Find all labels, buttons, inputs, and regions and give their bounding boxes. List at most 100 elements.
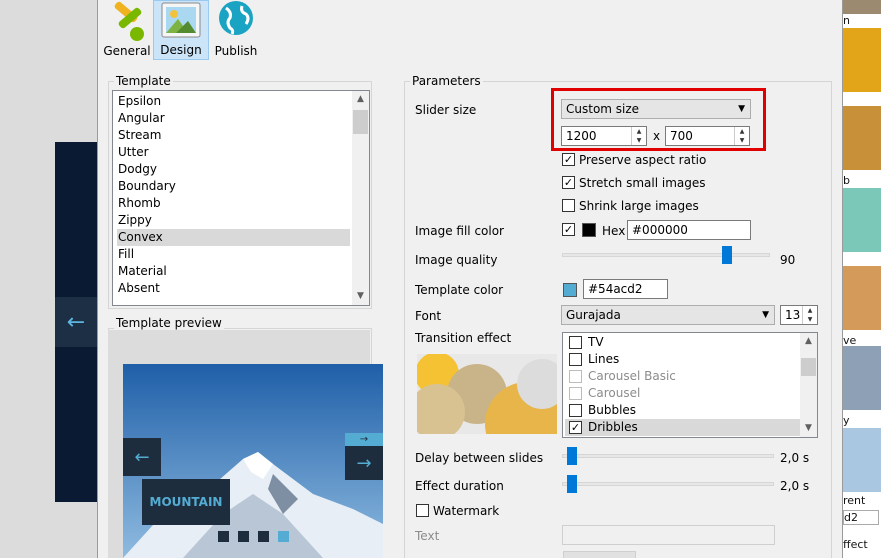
transition-effect-list[interactable]: TV Lines Carousel Basic Carousel Bubbles… [562, 332, 818, 438]
template-group-title: Template [114, 74, 173, 88]
shrink-large-label: Shrink large images [579, 199, 699, 213]
preview-next-arrow-icon: → [345, 446, 383, 480]
duration-slider-handle[interactable] [567, 475, 577, 493]
spin-down-icon[interactable]: ▼ [803, 315, 817, 324]
preview-dot [218, 531, 229, 542]
shrink-large-checkbox[interactable] [562, 199, 575, 212]
scroll-thumb[interactable] [801, 358, 816, 376]
preview-dot-active [278, 531, 289, 542]
transition-item-selected[interactable]: ✓ Dribbles [565, 419, 800, 436]
stretch-small-checkbox[interactable]: ✓ [562, 176, 575, 189]
template-list-item[interactable]: Zippy [117, 212, 350, 229]
scroll-down-icon[interactable]: ▼ [352, 288, 369, 305]
transition-preview-image [417, 354, 557, 434]
image-quality-label: Image quality [415, 253, 498, 267]
template-list-item[interactable]: Utter [117, 144, 350, 161]
template-list-item[interactable]: Fill [117, 246, 350, 263]
image-quality-value: 90 [780, 253, 796, 267]
hex-input[interactable]: #000000 [627, 220, 751, 240]
template-list-item[interactable]: Dodgy [117, 161, 350, 178]
transition-item[interactable]: Bubbles [565, 402, 800, 419]
watermark-checkbox[interactable] [416, 504, 429, 517]
publish-tab-button[interactable]: Publish [208, 0, 264, 60]
chevron-down-icon: ▼ [762, 310, 769, 320]
image-quality-track[interactable] [562, 253, 770, 257]
effect-duration-label: Effect duration [415, 479, 504, 493]
transition-item-label: Dribbles [588, 420, 638, 434]
font-dropdown[interactable]: Gurajada ▼ [561, 305, 775, 325]
background-label: n [843, 14, 850, 27]
image-icon [161, 2, 201, 38]
preserve-aspect-label: Preserve aspect ratio [579, 153, 707, 167]
transition-effect-label: Transition effect [415, 331, 512, 345]
background-label: rent [843, 494, 866, 507]
watermark-text-input[interactable] [562, 525, 775, 545]
globe-icon [219, 1, 253, 35]
font-size-input[interactable]: 13 ▲ ▼ [780, 305, 818, 325]
template-list-item[interactable]: Stream [117, 127, 350, 144]
template-list-item-selected[interactable]: Convex [117, 229, 350, 246]
parameters-group-title: Parameters [410, 74, 483, 88]
template-list-scrollbar[interactable]: ▲ ▼ [352, 91, 369, 305]
publish-tab-label: Publish [214, 44, 258, 58]
spin-up-icon[interactable]: ▲ [803, 306, 817, 315]
transition-list-scrollbar[interactable]: ▲ ▼ [800, 333, 817, 437]
preview-next-arrow-icon: → [345, 433, 383, 446]
image-fill-checkbox[interactable]: ✓ [562, 223, 575, 236]
scroll-up-icon[interactable]: ▲ [800, 333, 817, 350]
template-list-item[interactable]: Material [117, 263, 350, 280]
stretch-small-label: Stretch small images [579, 176, 706, 190]
transition-item[interactable]: Lines [565, 351, 800, 368]
background-thumbnail [843, 266, 881, 330]
background-thumbnail [843, 346, 881, 410]
delay-value: 2,0 s [780, 451, 810, 465]
background-thumbnail [843, 428, 881, 492]
delay-label: Delay between slides [415, 451, 544, 465]
background-thumbnail [843, 28, 881, 92]
template-color-input[interactable]: #54acd2 [583, 279, 668, 299]
transition-item-label: Bubbles [588, 403, 637, 417]
background-thumbnail [843, 0, 881, 14]
background-label: b [843, 174, 850, 187]
image-quality-slider-handle[interactable] [722, 246, 732, 264]
transition-checkbox[interactable] [569, 336, 582, 349]
transition-item[interactable]: TV [565, 334, 800, 351]
background-label: ffect [843, 538, 868, 551]
transition-item-label: Lines [588, 352, 620, 366]
transition-checkbox[interactable] [569, 404, 582, 417]
font-value: Gurajada [566, 308, 621, 322]
transition-item-label: Carousel [588, 386, 641, 400]
transition-item-disabled: Carousel [565, 385, 800, 402]
background-thumbnail [843, 188, 881, 252]
template-list-item[interactable]: Angular [117, 110, 350, 127]
transition-checkbox[interactable]: ✓ [569, 421, 582, 434]
transition-item-label: TV [588, 335, 604, 349]
scroll-thumb[interactable] [353, 110, 368, 134]
delay-slider-handle[interactable] [567, 447, 577, 465]
delay-track[interactable] [562, 454, 774, 458]
font-label: Font [415, 309, 442, 323]
background-label: y [843, 414, 850, 427]
font-size-spinner[interactable]: ▲ ▼ [802, 306, 817, 324]
template-color-label: Template color [415, 283, 504, 297]
template-list-item[interactable]: Rhomb [117, 195, 350, 212]
fill-color-swatch[interactable] [582, 223, 596, 237]
preserve-aspect-checkbox[interactable]: ✓ [562, 153, 575, 166]
general-tab-button[interactable]: General [99, 0, 155, 60]
duration-track[interactable] [562, 482, 774, 486]
template-list-item[interactable]: Absent [117, 280, 350, 297]
preview-dot [238, 531, 249, 542]
transition-checkbox[interactable] [569, 353, 582, 366]
template-list[interactable]: Epsilon Angular Stream Utter Dodgy Bound… [112, 90, 370, 306]
scroll-up-icon[interactable]: ▲ [352, 91, 369, 108]
template-preview-title: Template preview [114, 316, 224, 330]
template-list-item[interactable]: Boundary [117, 178, 350, 195]
template-list-item[interactable]: Epsilon [117, 93, 350, 110]
watermark-button[interactable] [563, 551, 636, 558]
image-fill-label: Image fill color [415, 224, 504, 238]
design-tab-button[interactable]: Design [153, 0, 209, 60]
background-thumbnail [843, 106, 881, 170]
scroll-down-icon[interactable]: ▼ [800, 420, 817, 437]
design-tab-label: Design [160, 43, 202, 57]
template-color-swatch[interactable] [563, 283, 577, 297]
